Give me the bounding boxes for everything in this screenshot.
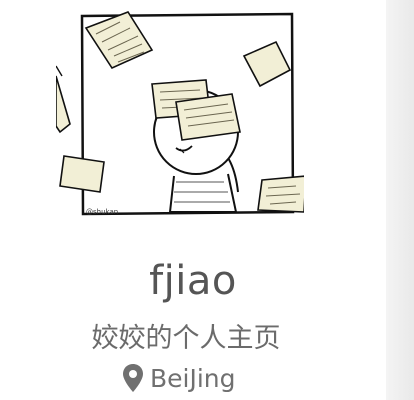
- profile-bio: 姣姣的个人主页: [91, 323, 281, 354]
- artist-signature: @shukan: [86, 208, 118, 216]
- map-marker-icon: [123, 364, 143, 392]
- avatar: @shukan: [56, 6, 304, 220]
- profile-page: @shukan fjiao 姣姣的个人主页 BeiJing: [0, 0, 414, 400]
- scroll-shadow: [386, 0, 414, 400]
- location: BeiJing: [122, 362, 236, 394]
- avatar-illustration: @shukan: [56, 11, 304, 216]
- profile-name: fjiao: [149, 258, 237, 304]
- location-text: BeiJing: [150, 363, 236, 393]
